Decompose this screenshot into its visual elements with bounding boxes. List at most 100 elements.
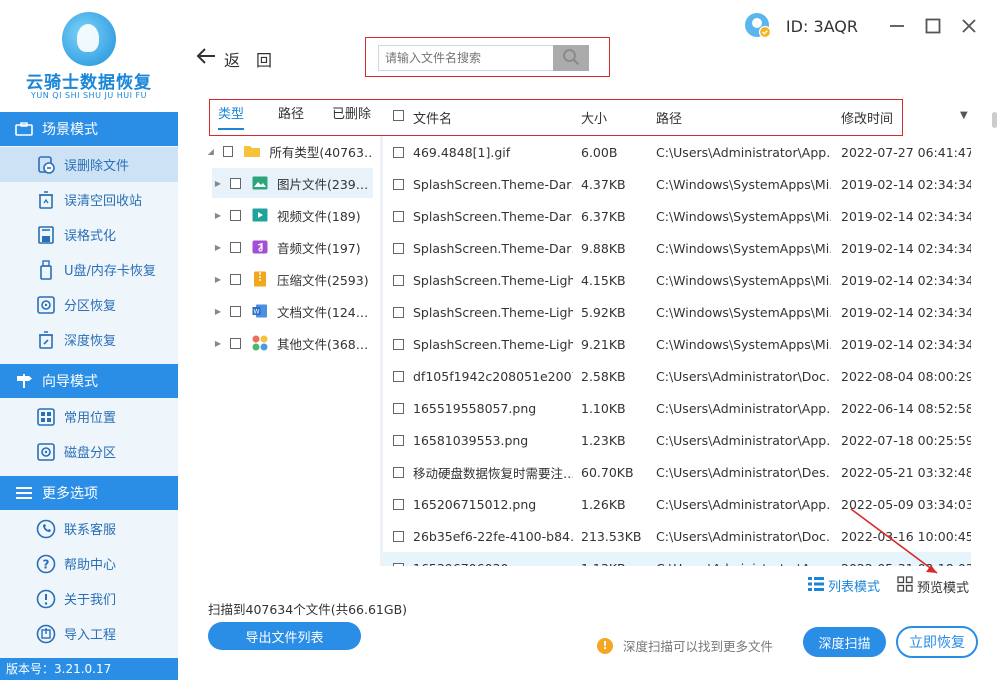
file-row[interactable]: SplashScreen.Theme-Ligh… 5.92KB C:\Windows… (383, 296, 971, 328)
preview-mode-button[interactable]: 预览模式 (897, 576, 969, 596)
tree-checkbox[interactable] (230, 305, 241, 317)
tree-item-images[interactable]: ▶ 图片文件(239… (212, 168, 373, 198)
file-row[interactable]: 16581039553.png 1.23KB C:\Users\Administra… (383, 424, 971, 456)
expand-arrow-icon[interactable]: ▶ (212, 275, 224, 284)
column-header-path[interactable]: 路径 (656, 108, 682, 127)
sidebar-item-help-center[interactable]: ? 帮助中心 (0, 546, 178, 581)
sidebar-item-import-project[interactable]: 导入工程 (0, 616, 178, 651)
file-row[interactable]: SplashScreen.Theme-Dar… 9.88KB C:\Windows\… (383, 232, 971, 264)
tree-checkbox[interactable] (230, 337, 241, 349)
file-path: C:\Users\Administrator\Des… (656, 464, 831, 480)
list-mode-button[interactable]: 列表模式 (808, 576, 880, 595)
expand-arrow-icon[interactable]: ▶ (212, 307, 224, 316)
sidebar-item-common-locations[interactable]: 常用位置 (0, 399, 178, 434)
sort-dropdown-icon[interactable]: ▼ (960, 110, 968, 121)
tree-item-other[interactable]: ▶ 其他文件(368… (212, 328, 380, 358)
folder-icon (243, 143, 261, 159)
file-checkbox[interactable] (393, 370, 404, 382)
recover-now-button[interactable]: 立即恢复 (896, 626, 978, 658)
deep-recover-icon (36, 330, 56, 350)
svg-text:W: W (254, 309, 260, 316)
maximize-button[interactable] (922, 15, 944, 37)
expand-arrow-icon[interactable]: ▶ (212, 339, 224, 348)
tree-checkbox[interactable] (222, 145, 234, 157)
file-checkbox[interactable] (393, 562, 404, 566)
file-checkbox[interactable] (393, 306, 404, 318)
file-checkbox[interactable] (393, 178, 404, 190)
file-row[interactable]: df105f1942c208051e2007… 2.58KB C:\Users\Ad… (383, 360, 971, 392)
export-file-list-button[interactable]: 导出文件列表 (208, 622, 361, 650)
file-checkbox[interactable] (393, 210, 404, 222)
file-checkbox[interactable] (393, 402, 404, 414)
file-name: 165206715012.png (413, 496, 537, 512)
tab-path[interactable]: 路径 (278, 100, 304, 130)
file-path: C:\Users\Administrator\App… (656, 400, 831, 416)
expand-arrow-icon[interactable]: ▶ (212, 243, 224, 252)
file-size: 9.21KB (581, 336, 626, 352)
sidebar-item-about-us[interactable]: 关于我们 (0, 581, 178, 616)
minimize-button[interactable] (886, 15, 908, 37)
select-all-checkbox[interactable] (393, 110, 404, 121)
sidebar-item-recycle-bin[interactable]: 误清空回收站 (0, 182, 178, 217)
sidebar-item-label: 误格式化 (64, 229, 117, 244)
sidebar-item-partition-recovery[interactable]: 分区恢复 (0, 287, 178, 322)
file-row[interactable]: SplashScreen.Theme-Dar… 6.37KB C:\Windows\… (383, 200, 971, 232)
file-row[interactable]: 165396706030.png 1.13KB C:\Users\Administr… (383, 552, 971, 566)
section-wizard-mode: 向导模式 (0, 364, 178, 398)
file-row[interactable]: SplashScreen.Theme-Ligh… 9.21KB C:\Windows… (383, 328, 971, 360)
file-checkbox[interactable] (393, 498, 404, 510)
file-row[interactable]: 移动硬盘数据恢复时需要注… 60.70KB C:\Users\Administrat… (383, 456, 971, 488)
file-row[interactable]: SplashScreen.Theme-Ligh… 4.15KB C:\Windows… (383, 264, 971, 296)
expand-arrow-icon[interactable]: ▶ (212, 211, 224, 220)
file-row[interactable]: 469.4848[1].gif 6.00B C:\Users\Administrat… (383, 136, 971, 168)
sidebar-item-deleted-files[interactable]: 误删除文件 (0, 147, 178, 182)
file-path: C:\Windows\SystemApps\Mi… (656, 272, 831, 288)
tree-item-archives[interactable]: ▶ 压缩文件(2593) (212, 264, 380, 294)
file-row[interactable]: 26b35ef6-22fe-4100-b84… 213.53KB C:\Users\… (383, 520, 971, 552)
sidebar-item-contact-support[interactable]: 联系客服 (0, 511, 178, 546)
tree-item-documents[interactable]: ▶ W 文档文件(124… (212, 296, 380, 326)
file-modified-time: 2019-02-14 02:34:34 (841, 336, 971, 352)
file-checkbox[interactable] (393, 434, 404, 446)
grid-view-icon (897, 576, 913, 596)
expand-arrow-icon[interactable]: ▶ (212, 179, 224, 188)
back-button[interactable]: 返 回 (196, 46, 272, 71)
tree-checkbox[interactable] (230, 241, 241, 253)
column-header-size[interactable]: 大小 (581, 108, 607, 127)
close-button[interactable] (958, 15, 980, 37)
file-checkbox[interactable] (393, 338, 404, 350)
column-header-name[interactable]: 文件名 (413, 108, 452, 127)
tab-deleted[interactable]: 已删除 (332, 100, 371, 130)
sidebar-item-usb-recovery[interactable]: U盘/内存卡恢复 (0, 252, 178, 287)
sidebar-item-disk-partition[interactable]: 磁盘分区 (0, 434, 178, 469)
other-files-icon (251, 335, 269, 351)
file-row[interactable]: 165206715012.png 1.26KB C:\Users\Administr… (383, 488, 971, 520)
tree-item-all-types[interactable]: ◢ 所有类型(40763… (205, 136, 373, 166)
deep-scan-button[interactable]: 深度扫描 (803, 627, 886, 657)
file-checkbox[interactable] (393, 242, 404, 254)
file-checkbox[interactable] (393, 146, 404, 158)
file-modified-time: 2022-08-04 08:00:29 (841, 368, 971, 384)
file-name: 26b35ef6-22fe-4100-b84… (413, 528, 573, 544)
column-header-time[interactable]: 修改时间 (841, 108, 893, 127)
file-row[interactable]: SplashScreen.Theme-Dar… 4.37KB C:\Windows\… (383, 168, 971, 200)
sidebar-item-deep-recovery[interactable]: 深度恢复 (0, 322, 178, 357)
tree-checkbox[interactable] (230, 273, 241, 285)
list-view-icon (808, 576, 824, 595)
file-checkbox[interactable] (393, 466, 404, 478)
file-row[interactable]: 165519558057.png 1.10KB C:\Users\Administr… (383, 392, 971, 424)
file-path: C:\Windows\SystemApps\Mi… (656, 240, 831, 256)
archive-icon (251, 271, 269, 287)
search-button[interactable] (553, 45, 589, 71)
scrollbar[interactable] (992, 112, 997, 128)
tree-checkbox[interactable] (230, 209, 241, 221)
file-checkbox[interactable] (393, 530, 404, 542)
collapse-arrow-icon[interactable]: ◢ (205, 147, 217, 156)
sidebar-item-format[interactable]: 误格式化 (0, 217, 178, 252)
search-input[interactable] (378, 45, 553, 71)
tree-item-audio[interactable]: ▶ 音频文件(197) (212, 232, 380, 262)
tree-item-videos[interactable]: ▶ 视频文件(189) (212, 200, 380, 230)
tab-type[interactable]: 类型 (218, 100, 245, 130)
tree-checkbox[interactable] (230, 177, 241, 189)
file-checkbox[interactable] (393, 274, 404, 286)
